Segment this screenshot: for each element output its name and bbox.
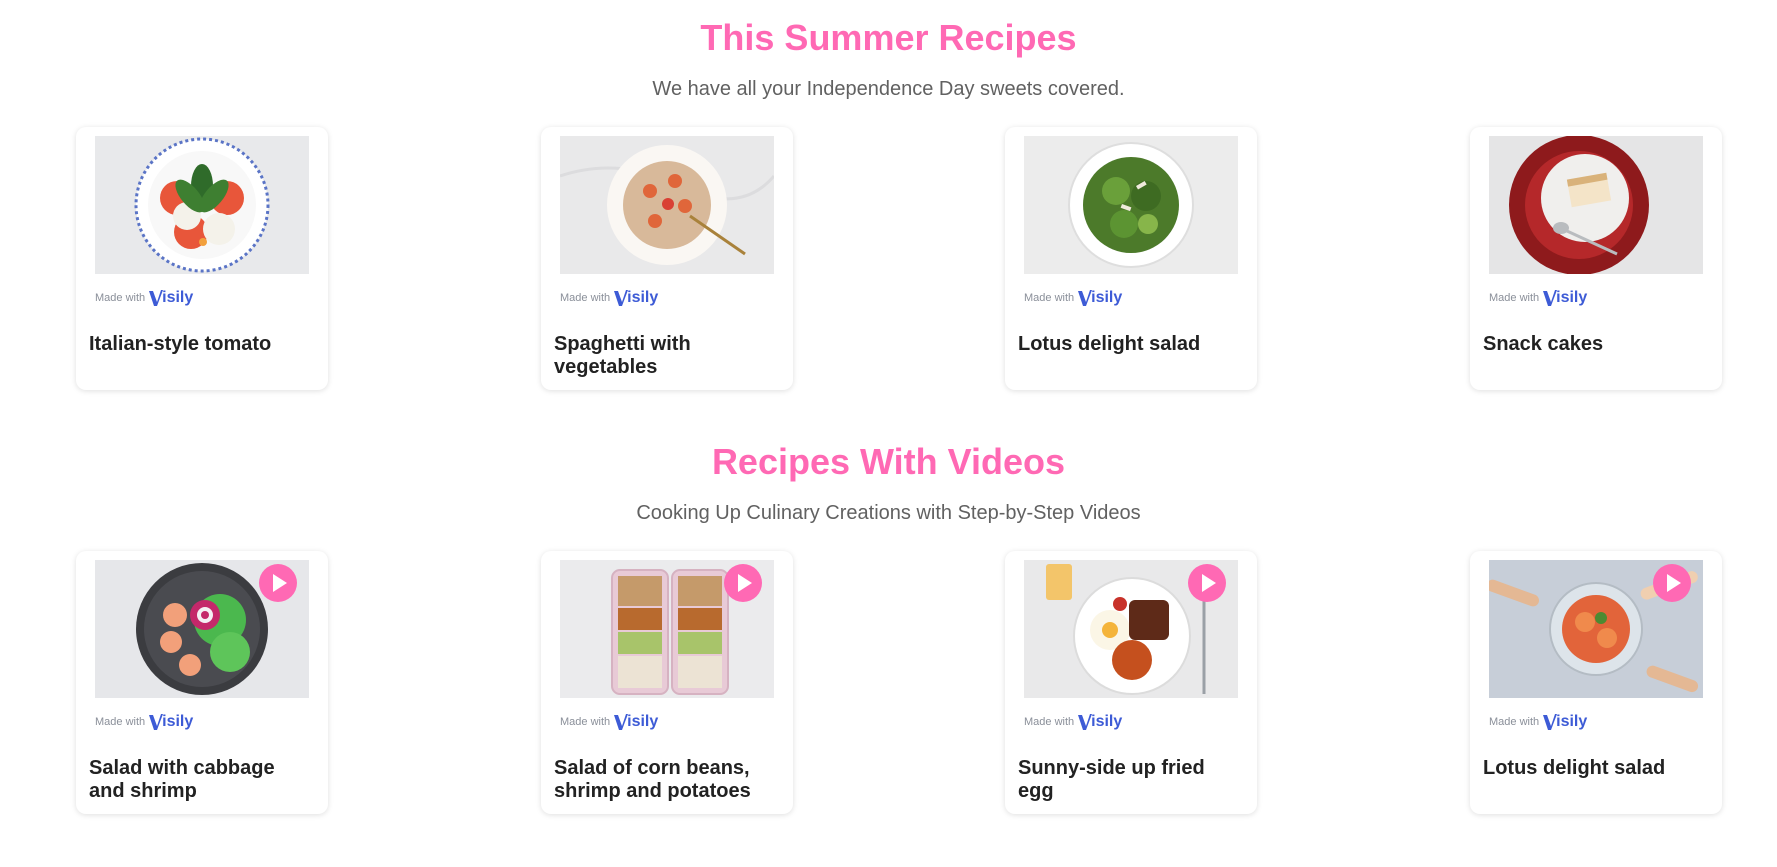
recipe-image bbox=[95, 560, 309, 698]
made-with-text: Made with bbox=[95, 292, 146, 304]
recipe-card[interactable]: Made with isily Lotus delight salad bbox=[1005, 127, 1257, 390]
video-recipe-card[interactable]: Made with isily Lotus delight salad bbox=[1470, 551, 1722, 814]
made-with-badge[interactable]: Made with isily bbox=[1024, 287, 1122, 309]
recipe-image bbox=[560, 136, 774, 274]
play-button[interactable] bbox=[1653, 564, 1691, 602]
brand-name: isily bbox=[627, 289, 659, 306]
visily-logo-icon: isily bbox=[1078, 713, 1122, 731]
made-with-badge[interactable]: Made with isily bbox=[1024, 711, 1122, 733]
made-with-text: Made with bbox=[1489, 292, 1540, 304]
recipe-title: Lotus delight salad bbox=[1483, 757, 1666, 779]
play-button[interactable] bbox=[724, 564, 762, 602]
visily-logo-icon: isily bbox=[149, 289, 193, 307]
recipe-title: Spaghetti with vegetables bbox=[554, 333, 691, 378]
brand-name: isily bbox=[162, 713, 194, 730]
brand-name: isily bbox=[627, 713, 659, 730]
recipe-image bbox=[1024, 136, 1238, 274]
made-with-text: Made with bbox=[560, 716, 611, 728]
play-button[interactable] bbox=[1188, 564, 1226, 602]
recipe-title: Sunny-side up fried egg bbox=[1018, 757, 1205, 802]
visily-logo-icon: isily bbox=[614, 289, 658, 307]
made-with-text: Made with bbox=[1024, 716, 1075, 728]
recipe-title: Salad with cabbage and shrimp bbox=[89, 757, 275, 802]
visily-logo-icon: isily bbox=[1078, 289, 1122, 307]
made-with-badge[interactable]: Made with isily bbox=[1489, 711, 1587, 733]
made-with-badge[interactable]: Made with isily bbox=[560, 287, 658, 309]
made-with-badge[interactable]: Made with isily bbox=[560, 711, 658, 733]
section-title: This Summer Recipes bbox=[700, 17, 1077, 58]
video-recipe-card[interactable]: Made with isily Salad with cabbage and s… bbox=[76, 551, 328, 814]
made-with-badge[interactable]: Made with isily bbox=[95, 711, 193, 733]
recipe-title: Salad of corn beans, shrimp and potatoes bbox=[554, 757, 751, 802]
brand-name: isily bbox=[1091, 713, 1123, 730]
visily-logo-icon: isily bbox=[149, 713, 193, 731]
video-recipe-card[interactable]: Made with isily Sunny-side up fried egg bbox=[1005, 551, 1257, 814]
video-recipe-card[interactable]: Made with isily Salad of corn beans, shr… bbox=[541, 551, 793, 814]
made-with-badge[interactable]: Made with isily bbox=[95, 287, 193, 309]
recipe-card[interactable]: Made with isily Snack cakes bbox=[1470, 127, 1722, 390]
brand-name: isily bbox=[1091, 289, 1123, 306]
visily-logo-icon: isily bbox=[614, 713, 658, 731]
brand-name: isily bbox=[162, 289, 194, 306]
section-title: Recipes With Videos bbox=[711, 441, 1066, 482]
made-with-badge[interactable]: Made with isily bbox=[1489, 287, 1587, 309]
play-button[interactable] bbox=[259, 564, 297, 602]
made-with-text: Made with bbox=[560, 292, 611, 304]
made-with-text: Made with bbox=[1024, 292, 1075, 304]
recipe-card[interactable]: Made with isily Italian-style tomato bbox=[76, 127, 328, 390]
recipe-title: Snack cakes bbox=[1483, 333, 1604, 355]
recipe-title: Italian-style tomato bbox=[89, 333, 272, 355]
brand-name: isily bbox=[1556, 713, 1588, 730]
recipe-image bbox=[1489, 560, 1703, 698]
section-subtitle: We have all your Independence Day sweets… bbox=[652, 78, 1125, 100]
recipe-image bbox=[95, 136, 309, 274]
recipe-image bbox=[1489, 136, 1703, 274]
recipe-card[interactable]: Made with isily Spaghetti with vegetable… bbox=[541, 127, 793, 390]
recipe-title: Lotus delight salad bbox=[1018, 333, 1201, 355]
recipe-image bbox=[1024, 560, 1238, 698]
brand-name: isily bbox=[1556, 289, 1588, 306]
visily-logo-icon: isily bbox=[1543, 289, 1587, 307]
recipe-image bbox=[560, 560, 774, 698]
made-with-text: Made with bbox=[95, 716, 146, 728]
made-with-text: Made with bbox=[1489, 716, 1540, 728]
section-subtitle: Cooking Up Culinary Creations with Step-… bbox=[636, 502, 1141, 524]
visily-logo-icon: isily bbox=[1543, 713, 1587, 731]
